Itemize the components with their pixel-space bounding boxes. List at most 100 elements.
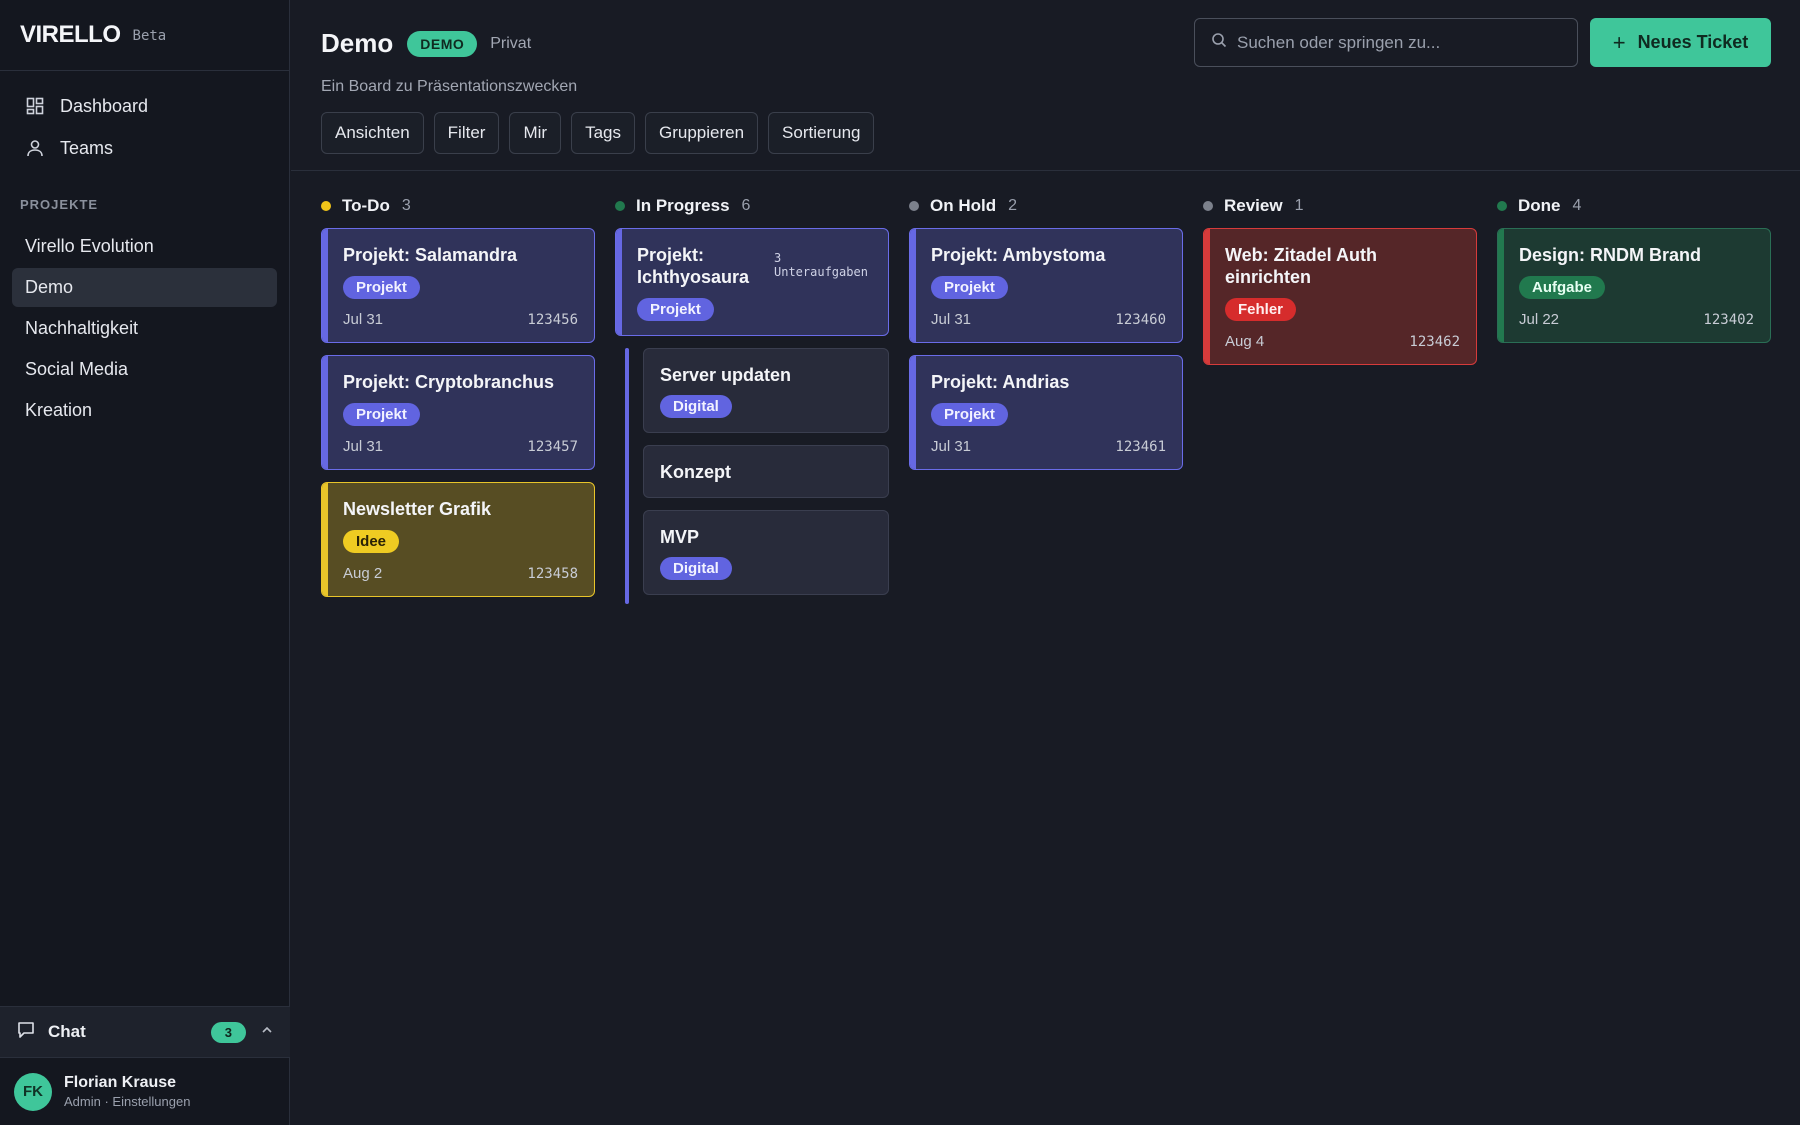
ticket-card[interactable]: Projekt: Ambystoma Projekt Jul 31 123460 [909, 228, 1183, 343]
ticket-meta: Jul 22 123402 [1519, 311, 1754, 328]
column-header: To-Do 3 [321, 194, 595, 218]
ticket-meta: Aug 2 123458 [343, 565, 578, 582]
ticket-title: Design: RNDM Brand [1519, 245, 1702, 265]
ticket-date: Jul 31 [343, 438, 384, 455]
ticket-id: 123402 [1703, 311, 1754, 328]
chat-bar[interactable]: Chat 3 [0, 1006, 290, 1058]
ticket-date: Jul 31 [931, 311, 972, 328]
chevron-up-icon[interactable] [260, 1023, 274, 1042]
ticket-title: Projekt: Andrias [931, 372, 1070, 392]
search-box[interactable] [1194, 18, 1578, 67]
status-dot [1497, 201, 1507, 211]
ticket-card[interactable]: Web: Zitadel Auth einrichten Fehler Aug … [1203, 228, 1477, 365]
search-icon [1211, 32, 1227, 53]
column-header: In Progress 6 [615, 194, 889, 218]
column-header: Done 4 [1497, 194, 1771, 218]
subtask-card[interactable]: Server updaten Digital [643, 348, 889, 433]
column-review: Review 1 Web: Zitadel Auth einrichten Fe… [1203, 194, 1477, 377]
subtask-count[interactable]: 3 Unteraufgaben [774, 251, 874, 279]
ticket-id: 123461 [1115, 438, 1166, 455]
ticket-card[interactable]: Projekt: Andrias Projekt Jul 31 123461 [909, 355, 1183, 470]
subtask-card[interactable]: Konzept [643, 445, 889, 498]
search-input[interactable] [1237, 32, 1557, 53]
column-count: 1 [1294, 197, 1304, 214]
ticket-meta: Jul 31 123456 [343, 311, 578, 328]
title-row: Demo DEMO Privat [321, 28, 531, 59]
brand: VIRELLO Beta [0, 0, 289, 71]
ticket-date: Aug 2 [343, 565, 383, 582]
ticket-id: 123457 [527, 438, 578, 455]
tag-badge: Projekt [931, 403, 1008, 426]
nav-item-label: Dashboard [60, 95, 149, 116]
project-item-kreation[interactable]: Kreation [12, 391, 277, 430]
tag-badge: Fehler [1225, 298, 1297, 321]
sort-button[interactable]: Sortierung [768, 112, 875, 154]
ticket-title: Projekt: Ichthyosaura [637, 245, 750, 287]
user-icon [25, 138, 45, 158]
nav-item-label: Teams [60, 137, 114, 158]
main-content: Demo DEMO Privat Ein Board zu Präsentati… [291, 0, 1800, 1125]
project-item-virello-evolution[interactable]: Virello Evolution [12, 227, 277, 266]
subtask-card[interactable]: MVP Digital [643, 510, 889, 595]
chat-unread-badge: 3 [210, 1021, 246, 1043]
board-description: Ein Board zu Präsentationszwecken [321, 78, 578, 95]
demo-badge: DEMO [407, 30, 478, 57]
user-profile[interactable]: FK Florian Krause Admin · Einstellungen [0, 1058, 290, 1125]
tags-button[interactable]: Tags [571, 112, 635, 154]
column-count: 3 [401, 197, 411, 214]
tag-badge: Projekt [931, 276, 1008, 299]
column-header: On Hold 2 [909, 194, 1183, 218]
ticket-meta: Jul 31 123460 [931, 311, 1166, 328]
sidebar: VIRELLO Beta Dashboard Teams PROJEKTE Vi… [0, 0, 290, 1125]
project-item-nachhaltigkeit[interactable]: Nachhaltigkeit [12, 309, 277, 348]
project-item-demo[interactable]: Demo [12, 268, 277, 307]
tag-badge: Digital [660, 557, 732, 580]
ticket-meta: Aug 4 123462 [1225, 333, 1460, 350]
chat-icon [16, 1020, 36, 1045]
ticket-id: 123462 [1409, 333, 1460, 350]
status-dot [909, 201, 919, 211]
column-name: In Progress [636, 196, 730, 215]
projects-section-label: PROJEKTE [20, 197, 99, 212]
user-info: Florian Krause Admin · Einstellungen [64, 1074, 190, 1109]
ticket-card[interactable]: Projekt: Salamandra Projekt Jul 31 12345… [321, 228, 595, 343]
ticket-id: 123460 [1115, 311, 1166, 328]
filter-button[interactable]: Filter [433, 112, 500, 154]
subtask-title: MVP [660, 527, 700, 547]
avatar[interactable]: FK [14, 1072, 52, 1111]
ticket-card[interactable]: Newsletter Grafik Idee Aug 2 123458 [321, 482, 595, 597]
tag-badge: Idee [343, 530, 400, 553]
views-button[interactable]: Ansichten [321, 112, 424, 154]
ticket-card-parent[interactable]: Projekt: Ichthyosaura 3 Unteraufgaben Pr… [615, 228, 889, 336]
nav-item-teams[interactable]: Teams [12, 128, 277, 168]
tag-badge: Projekt [343, 276, 420, 299]
nav-item-dashboard[interactable]: Dashboard [12, 86, 277, 126]
ticket-date: Aug 4 [1225, 333, 1265, 350]
user-role-settings[interactable]: Admin · Einstellungen [64, 1094, 190, 1109]
ticket-meta: Jul 31 123461 [931, 438, 1166, 455]
ticket-card[interactable]: Projekt: Cryptobranchus Projekt Jul 31 1… [321, 355, 595, 470]
status-dot [321, 201, 331, 211]
tag-badge: Projekt [637, 298, 714, 321]
column-name: To-Do [342, 196, 390, 215]
group-button[interactable]: Gruppieren [644, 112, 759, 154]
page-title: Demo [321, 28, 394, 58]
column-in-progress: In Progress 6 Projekt: Ichthyosaura 3 Un… [615, 194, 889, 607]
chat-label: Chat [48, 1022, 86, 1041]
tag-badge: Aufgabe [1519, 276, 1605, 299]
me-button[interactable]: Mir [509, 112, 562, 154]
ticket-title: Newsletter Grafik [343, 499, 492, 519]
ticket-card[interactable]: Design: RNDM Brand Aufgabe Jul 22 123402 [1497, 228, 1771, 343]
column-todo: To-Do 3 Projekt: Salamandra Projekt Jul … [321, 194, 595, 609]
column-count: 6 [741, 197, 751, 214]
column-name: Done [1518, 196, 1561, 215]
new-ticket-button[interactable]: + Neues Ticket [1590, 18, 1771, 67]
tag-badge: Projekt [343, 403, 420, 426]
new-ticket-label: Neues Ticket [1637, 32, 1749, 52]
project-item-social-media[interactable]: Social Media [12, 350, 277, 389]
subtask-title: Konzept [660, 462, 731, 482]
subtask-list: Server updaten Digital Konzept MVP Digit… [615, 348, 889, 604]
ticket-id: 123456 [527, 311, 578, 328]
status-dot [615, 201, 625, 211]
app-logo[interactable]: VIRELLO [20, 21, 121, 49]
